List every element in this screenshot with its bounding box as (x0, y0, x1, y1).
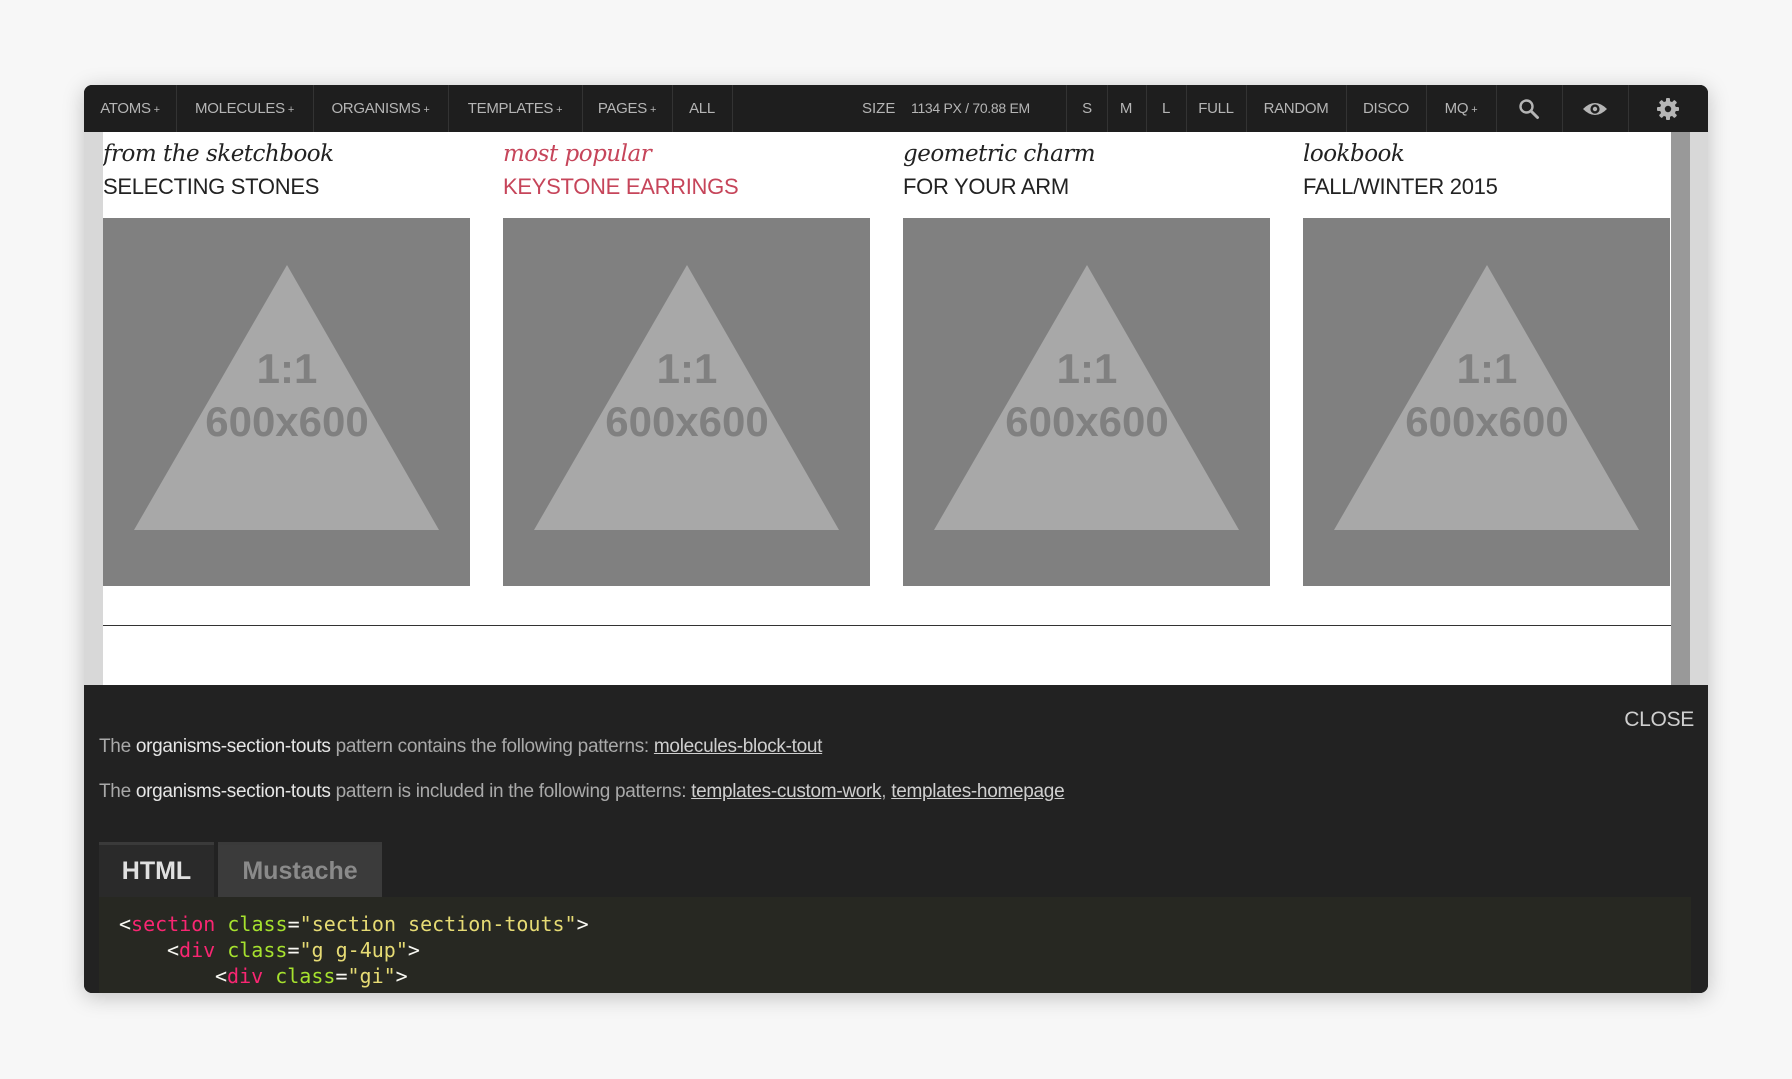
nav-label: TEMPLATES (467, 100, 554, 117)
code-punct: = (287, 912, 300, 936)
disco-button[interactable]: DISCO (1346, 85, 1427, 132)
nav-label: MOLECULES (195, 100, 285, 117)
size-random-button[interactable]: RANDOM (1246, 85, 1347, 132)
code-line: <div class="gi"> (215, 963, 408, 989)
plus-icon: + (287, 104, 294, 116)
nav-label: ORGANISMS (331, 100, 421, 117)
tout-kicker: lookbook (1303, 141, 1405, 167)
code-tag: div (227, 964, 264, 988)
code-punct: = (335, 964, 348, 988)
nav-templates[interactable]: TEMPLATES + (448, 85, 583, 132)
nav-label: ATOMS (100, 100, 151, 117)
code-string: "section section-touts" (299, 912, 577, 936)
code-tag: section (131, 912, 216, 936)
tout-kicker: most popular (503, 141, 652, 167)
code-punct: > (407, 938, 420, 962)
lineage-text: The (99, 781, 136, 802)
top-toolbar: ATOMS + MOLECULES + ORGANISMS + TEMPLATES + … (84, 85, 1708, 132)
nav-label: ALL (689, 100, 715, 117)
placeholder-image: 1:1 600x600 (903, 218, 1270, 586)
mq-menu[interactable]: MQ + (1426, 85, 1497, 132)
placeholder-ratio: 1:1 (657, 345, 718, 392)
placeholder-ratio: 1:1 (1057, 345, 1118, 392)
search-icon (1519, 98, 1539, 119)
tout-headline: FOR YOUR ARM (903, 174, 1069, 199)
nav-all[interactable]: ALL (672, 85, 733, 132)
placeholder-image: 1:1 600x600 (503, 218, 870, 586)
plus-icon: + (649, 104, 657, 116)
tout-headline: SELECTING STONES (103, 174, 320, 199)
nav-molecules[interactable]: MOLECULES + (176, 85, 314, 132)
plus-icon: + (1471, 104, 1478, 116)
size-large-button[interactable]: L (1146, 85, 1187, 132)
code-punct: < (119, 912, 132, 936)
lineage-contains: The organisms-section-touts pattern cont… (99, 736, 822, 758)
tab-html[interactable]: HTML (99, 842, 214, 897)
placeholder-size: 600x600 (1405, 398, 1569, 445)
section-divider (103, 625, 1690, 626)
tout-headline: KEYSTONE EARRINGS (503, 174, 739, 199)
lineage-separator: , (881, 781, 892, 802)
placeholder-ratio: 1:1 (1457, 345, 1518, 392)
settings-button[interactable] (1628, 85, 1708, 132)
size-medium-button[interactable]: M (1106, 85, 1147, 132)
pattern-frame: from the sketchbook SELECTING STONES 1:1… (103, 132, 1690, 685)
pattern-link[interactable]: templates-homepage (891, 781, 1064, 802)
lineage-text: The (99, 736, 136, 757)
close-button[interactable]: CLOSE (1624, 708, 1694, 732)
tout-headline: FALL/WINTER 2015 (1303, 174, 1498, 199)
view-toggle-button[interactable] (1562, 85, 1629, 132)
code-punct: < (215, 964, 228, 988)
size-readout: 1134 PX / 70.88 EM (911, 100, 1030, 116)
tout-kicker: geometric charm (903, 141, 1096, 167)
plus-icon: + (153, 104, 160, 116)
code-attr: class (227, 912, 288, 936)
plus-icon: + (556, 104, 563, 116)
placeholder-size: 600x600 (1005, 398, 1169, 445)
search-button[interactable] (1496, 85, 1563, 132)
plus-icon: + (423, 104, 430, 116)
gear-icon (1657, 97, 1679, 120)
nav-organisms[interactable]: ORGANISMS + (313, 85, 449, 132)
code-line: <section class="section section-touts"> (119, 911, 589, 937)
code-viewer: <section class="section section-touts"> … (99, 897, 1691, 993)
lineage-text: pattern contains the following patterns: (330, 736, 654, 757)
nav-pages[interactable]: PAGES + (582, 85, 673, 132)
pattern-info-panel: CLOSE The organisms-section-touts patter… (84, 685, 1708, 993)
eye-icon (1583, 102, 1607, 115)
tout-kicker: from the sketchbook (103, 141, 334, 167)
pattern-link[interactable]: templates-custom-work (691, 781, 881, 802)
size-label: SIZE (862, 100, 896, 117)
pattern-lab-window: ATOMS + MOLECULES + ORGANISMS + TEMPLATES + … (84, 85, 1708, 993)
code-string: "g g-4up" (299, 938, 408, 962)
lineage-text: pattern is included in the following pat… (330, 781, 692, 802)
placeholder-image: 1:1 600x600 (103, 218, 470, 586)
placeholder-ratio: 1:1 (257, 345, 318, 392)
code-punct: > (395, 964, 408, 988)
pattern-name: organisms-section-touts (135, 781, 331, 802)
code-punct: < (167, 938, 180, 962)
code-line: <div class="g g-4up"> (167, 937, 420, 963)
code-punct: > (576, 912, 589, 936)
placeholder-image: 1:1 600x600 (1303, 218, 1670, 586)
pattern-viewport: from the sketchbook SELECTING STONES 1:1… (84, 132, 1708, 685)
code-attr: class (275, 964, 336, 988)
placeholder-size: 600x600 (605, 398, 769, 445)
lineage-included: The organisms-section-touts pattern is i… (99, 781, 1065, 803)
tab-mustache[interactable]: Mustache (218, 842, 382, 897)
placeholder-size: 600x600 (205, 398, 369, 445)
code-punct: = (287, 938, 300, 962)
code-string: "gi" (347, 964, 396, 988)
viewport-resize-handle[interactable] (1671, 132, 1690, 685)
code-tag: div (179, 938, 216, 962)
size-small-button[interactable]: S (1066, 85, 1108, 132)
code-attr: class (227, 938, 288, 962)
nav-atoms[interactable]: ATOMS + (84, 85, 177, 132)
nav-label: MQ (1444, 100, 1469, 117)
size-full-button[interactable]: FULL (1186, 85, 1247, 132)
pattern-link[interactable]: molecules-block-tout (654, 736, 823, 757)
nav-label: PAGES (597, 100, 647, 117)
pattern-name: organisms-section-touts (135, 736, 331, 757)
